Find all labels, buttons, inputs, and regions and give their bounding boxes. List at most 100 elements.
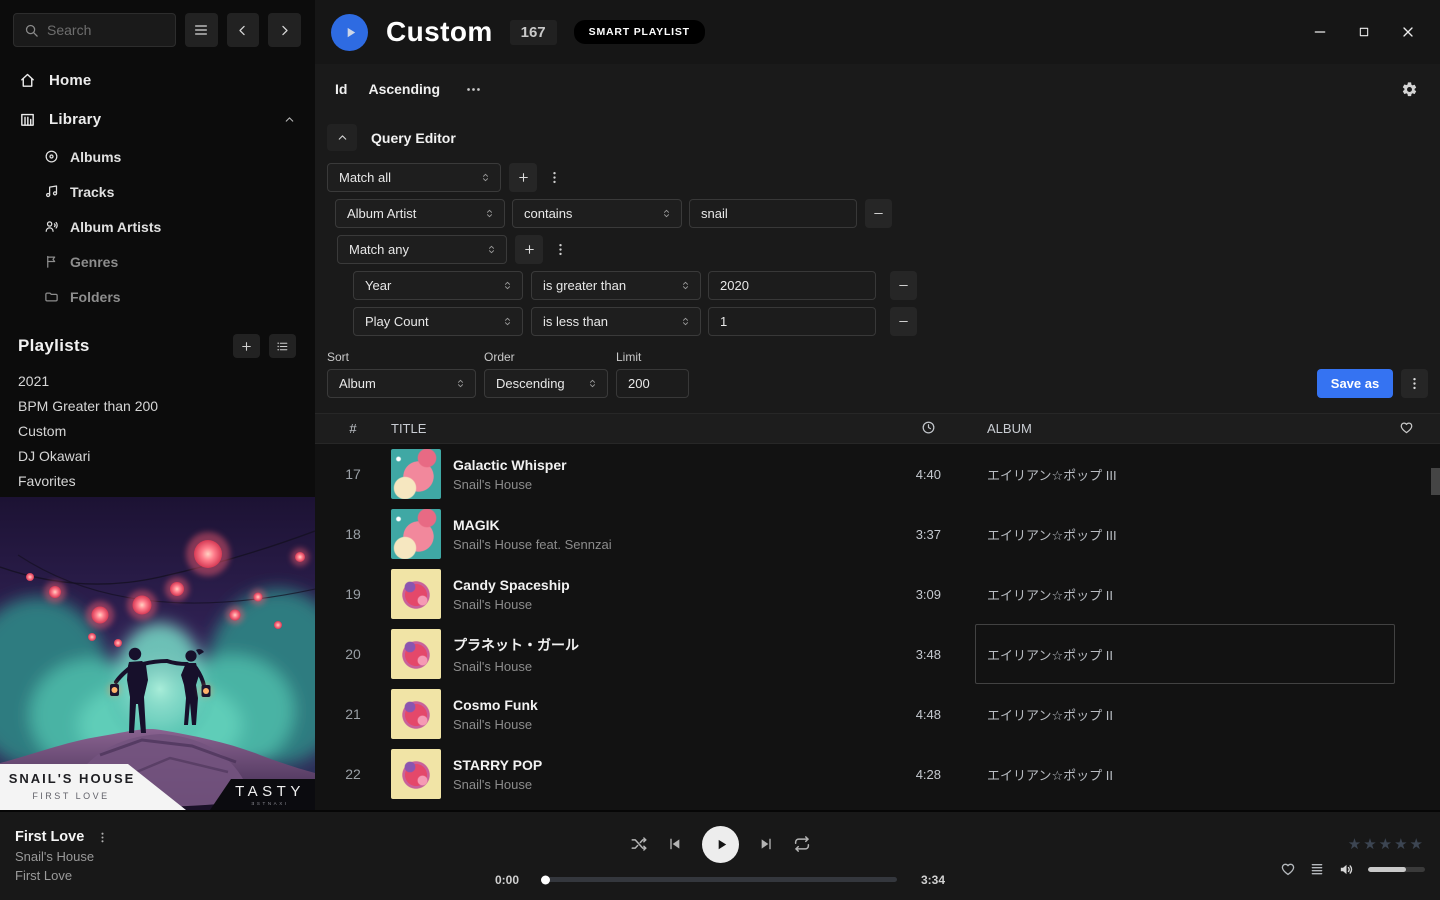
menu-button[interactable] bbox=[185, 13, 218, 47]
previous-track-button[interactable] bbox=[667, 836, 683, 852]
sidebar-item-albums[interactable]: Albums bbox=[44, 139, 315, 174]
repeat-button[interactable] bbox=[793, 835, 811, 853]
group-menu-button[interactable] bbox=[550, 235, 570, 264]
group-match-type-select[interactable]: Match any bbox=[337, 235, 507, 264]
player-bar: First Love Snail's House First Love 0:00 bbox=[0, 810, 1440, 900]
column-header-title[interactable]: TITLE bbox=[391, 421, 871, 436]
table-row[interactable]: 19 Candy Spaceship Snail's House 3:09 エイ bbox=[315, 564, 1440, 624]
track-album[interactable]: エイリアン☆ポップ II bbox=[975, 564, 1395, 624]
seek-bar-thumb[interactable] bbox=[541, 875, 550, 884]
duration-column-header[interactable] bbox=[921, 420, 941, 438]
rule-operator-select[interactable]: is less than bbox=[531, 307, 701, 336]
updown-icon bbox=[502, 316, 513, 327]
next-track-button[interactable] bbox=[758, 836, 774, 852]
scrollbar-thumb[interactable] bbox=[1431, 468, 1440, 495]
more-options-icon[interactable] bbox=[465, 81, 482, 98]
gear-icon[interactable] bbox=[1401, 81, 1418, 98]
star-icon[interactable]: ★ bbox=[1410, 835, 1425, 853]
playlist-item[interactable]: Custom bbox=[0, 418, 315, 443]
cover-title-text: FIRST LOVE bbox=[32, 791, 109, 801]
cover-label-sub-text: ƎSTNAXI bbox=[251, 801, 288, 806]
playlist-list-button[interactable] bbox=[269, 334, 296, 358]
sort-select[interactable]: Album bbox=[327, 369, 476, 398]
search-input[interactable] bbox=[47, 22, 165, 38]
table-row[interactable]: 18 MAGIK Snail's House feat. Sennzai 3:3… bbox=[315, 504, 1440, 564]
playlist-item[interactable]: DJ Okawari bbox=[0, 443, 315, 468]
now-playing-artist[interactable]: Snail's House bbox=[15, 849, 109, 864]
playlist-item[interactable]: BPM Greater than 200 bbox=[0, 393, 315, 418]
track-cell: Galactic Whisper Snail's House bbox=[391, 449, 871, 499]
now-playing-album[interactable]: First Love bbox=[15, 868, 109, 883]
sort-direction-button[interactable]: Ascending bbox=[368, 81, 440, 97]
shuffle-button[interactable] bbox=[630, 835, 648, 853]
rule-value-input[interactable] bbox=[708, 307, 876, 336]
star-icon[interactable]: ★ bbox=[1379, 835, 1394, 853]
rule-field-select[interactable]: Play Count bbox=[353, 307, 523, 336]
volume-slider[interactable] bbox=[1368, 867, 1425, 872]
rule-value-input[interactable] bbox=[689, 199, 857, 228]
sidebar-item-album-artists[interactable]: Album Artists bbox=[44, 209, 315, 244]
rule-operator-select[interactable]: contains bbox=[512, 199, 682, 228]
track-cell: Cosmo Funk Snail's House bbox=[391, 689, 871, 739]
queue-button[interactable] bbox=[1309, 861, 1325, 877]
match-type-select[interactable]: Match all bbox=[327, 163, 501, 192]
remove-rule-button[interactable] bbox=[890, 307, 917, 336]
minimize-button[interactable] bbox=[1310, 22, 1330, 42]
collapse-query-editor-button[interactable] bbox=[327, 124, 357, 151]
add-group-rule-button[interactable] bbox=[515, 235, 543, 264]
kebab-icon[interactable] bbox=[96, 831, 109, 844]
table-row[interactable]: 20 プラネット・ガール Snail's House 3:48 エイリアン☆ポッ bbox=[315, 624, 1440, 684]
star-icon[interactable]: ★ bbox=[1348, 835, 1363, 853]
star-icon[interactable]: ★ bbox=[1394, 835, 1409, 853]
star-icon[interactable]: ★ bbox=[1363, 835, 1378, 853]
app-window: Home Library Albums Tracks bbox=[0, 0, 1440, 900]
sidebar-item-library[interactable]: Library bbox=[0, 100, 315, 139]
rule-field-select[interactable]: Year bbox=[353, 271, 523, 300]
sort-field-button[interactable]: Id bbox=[335, 81, 347, 97]
play-pause-button[interactable] bbox=[702, 826, 739, 863]
rule-value-input[interactable] bbox=[708, 271, 876, 300]
search-box[interactable] bbox=[13, 13, 176, 47]
favorite-column-header[interactable] bbox=[1395, 420, 1440, 438]
playlist-item[interactable]: 2021 bbox=[0, 368, 315, 393]
rule-operator-select[interactable]: is greater than bbox=[531, 271, 701, 300]
remove-rule-button[interactable] bbox=[865, 199, 892, 228]
column-header-album[interactable]: ALBUM bbox=[975, 421, 1395, 436]
track-album[interactable]: エイリアン☆ポップ II bbox=[975, 624, 1395, 684]
now-playing-cover-art[interactable]: SNAIL'S HOUSE FIRST LOVE TASTY ƎSTNAXI bbox=[0, 497, 315, 810]
favorite-button[interactable] bbox=[1280, 861, 1296, 877]
playlist-item[interactable]: Favorites bbox=[0, 468, 315, 493]
close-button[interactable] bbox=[1398, 22, 1418, 42]
order-select[interactable]: Descending bbox=[484, 369, 608, 398]
track-duration: 3:09 bbox=[916, 587, 941, 602]
sidebar-item-genres[interactable]: Genres bbox=[44, 244, 315, 279]
updown-icon bbox=[486, 244, 497, 255]
table-row[interactable]: 17 Galactic Whisper Snail's House 4:40 エ bbox=[315, 444, 1440, 504]
sidebar-item-label: Genres bbox=[70, 254, 118, 270]
nav-back-button[interactable] bbox=[227, 13, 260, 47]
table-row[interactable]: 21 Cosmo Funk Snail's House 4:48 エイリアン☆ポ bbox=[315, 684, 1440, 744]
track-album[interactable]: エイリアン☆ポップ III bbox=[975, 444, 1395, 504]
rating-stars[interactable]: ★★★★★ bbox=[1348, 835, 1425, 854]
seek-bar[interactable] bbox=[543, 877, 897, 882]
track-album[interactable]: エイリアン☆ポップ II bbox=[975, 744, 1395, 804]
add-playlist-button[interactable] bbox=[233, 334, 260, 358]
remove-rule-button[interactable] bbox=[890, 271, 917, 300]
volume-icon[interactable] bbox=[1338, 861, 1355, 878]
sidebar-item-tracks[interactable]: Tracks bbox=[44, 174, 315, 209]
save-menu-button[interactable] bbox=[1401, 369, 1428, 398]
track-album[interactable]: エイリアン☆ポップ III bbox=[975, 504, 1395, 564]
rule-field-select[interactable]: Album Artist bbox=[335, 199, 505, 228]
play-playlist-button[interactable] bbox=[331, 14, 368, 51]
track-album[interactable]: エイリアン☆ポップ II bbox=[975, 684, 1395, 744]
save-as-button[interactable]: Save as bbox=[1317, 369, 1393, 398]
sidebar-item-folders[interactable]: Folders bbox=[44, 279, 315, 314]
rule-menu-button[interactable] bbox=[544, 163, 564, 192]
nav-forward-button[interactable] bbox=[268, 13, 301, 47]
add-rule-button[interactable] bbox=[509, 163, 537, 192]
limit-input[interactable] bbox=[616, 369, 689, 398]
maximize-button[interactable] bbox=[1354, 22, 1374, 42]
sidebar-item-home[interactable]: Home bbox=[0, 61, 315, 100]
library-sublist: Albums Tracks Album Artists Genres bbox=[0, 139, 315, 314]
table-row[interactable]: 22 STARRY POP Snail's House 4:28 エイリアン☆ポ bbox=[315, 744, 1440, 804]
